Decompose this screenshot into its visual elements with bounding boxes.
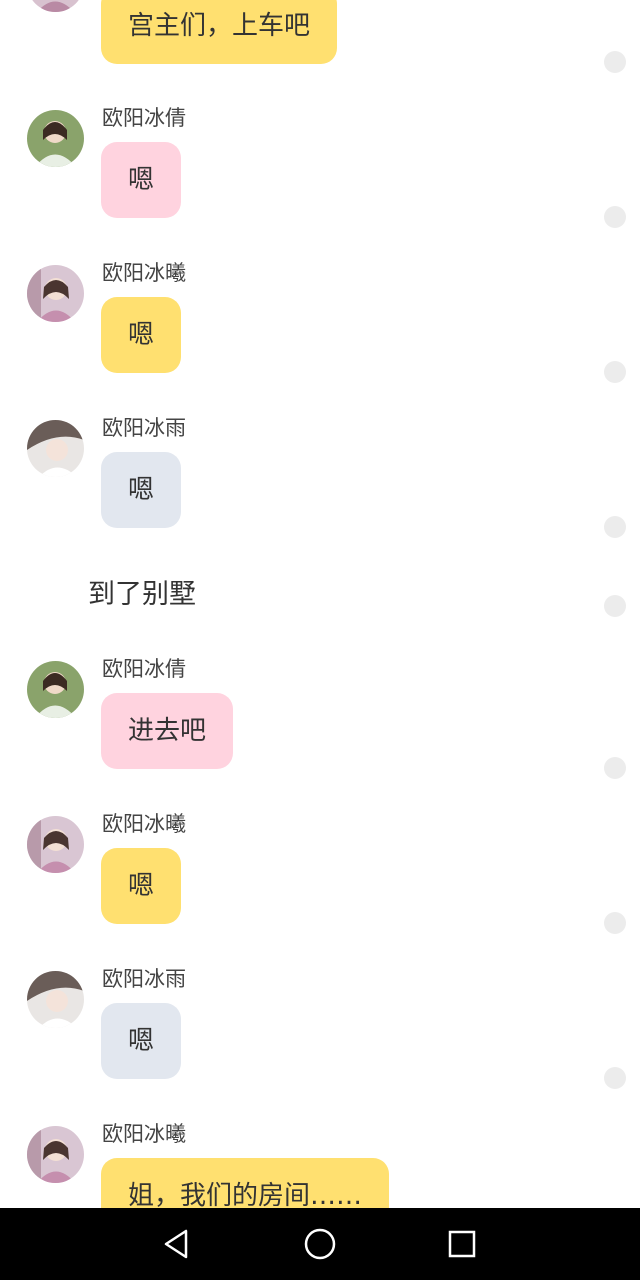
status-dot [604,51,626,73]
narration-text[interactable]: 到了别墅 [88,578,196,612]
message-bubble[interactable]: 嗯 [101,1003,182,1079]
message-bubble[interactable]: 嗯 [101,848,182,924]
status-dot [604,757,626,779]
message-bubble[interactable]: 嗯 [101,142,182,218]
chat-message: 欧阳冰曦 姐，我们的房间…… [0,1121,640,1208]
chat-message: 欧阳冰雨 嗯 [0,415,640,555]
sender-name: 欧阳冰曦 [102,812,186,836]
chat-message: 欧阳冰曦 嗯 [0,811,640,951]
chat-message: 宫主们，上车吧 [0,0,640,80]
sender-name: 欧阳冰雨 [102,967,186,991]
message-bubble[interactable]: 进去吧 [101,693,234,769]
status-dot [604,595,626,617]
chat-message: 欧阳冰倩 进去吧 [0,656,640,796]
back-triangle-icon[interactable] [160,1226,196,1262]
sender-name: 欧阳冰倩 [102,106,186,130]
sender-name: 欧阳冰雨 [102,416,186,440]
avatar-ouyang-bingxi[interactable] [27,816,84,873]
system-nav-bar [0,1208,640,1280]
status-dot [604,912,626,934]
avatar-ouyang-bingqian[interactable] [27,110,84,167]
status-dot [604,516,626,538]
sender-name: 欧阳冰曦 [102,1122,186,1146]
avatar-ouyang-bingyu[interactable] [27,420,84,477]
message-bubble[interactable]: 嗯 [101,297,182,373]
chat-message: 到了别墅 [0,575,640,625]
status-dot [604,361,626,383]
recents-square-icon[interactable] [444,1226,480,1262]
avatar-ouyang-bingqian[interactable] [27,661,84,718]
avatar-ouyang-bingxi[interactable] [27,1126,84,1183]
chat-message: 欧阳冰倩 嗯 [0,105,640,245]
status-dot [604,206,626,228]
avatar-ouyang-bingxi[interactable] [27,0,84,12]
chat-message: 欧阳冰曦 嗯 [0,260,640,400]
avatar-ouyang-bingxi[interactable] [27,265,84,322]
message-bubble[interactable]: 嗯 [101,452,182,528]
home-circle-icon[interactable] [302,1226,338,1262]
message-bubble[interactable]: 宫主们，上车吧 [101,0,338,64]
sender-name: 欧阳冰倩 [102,657,186,681]
message-bubble[interactable]: 姐，我们的房间…… [101,1158,390,1208]
chat-message: 欧阳冰雨 嗯 [0,966,640,1106]
sender-name: 欧阳冰曦 [102,261,186,285]
status-dot [604,1067,626,1089]
avatar-ouyang-bingyu[interactable] [27,971,84,1028]
chat-scroll-area[interactable]: 宫主们，上车吧 欧阳冰倩 嗯 欧阳冰曦 嗯 欧阳冰雨 嗯 到了别墅 欧阳冰倩 进… [0,0,640,1208]
